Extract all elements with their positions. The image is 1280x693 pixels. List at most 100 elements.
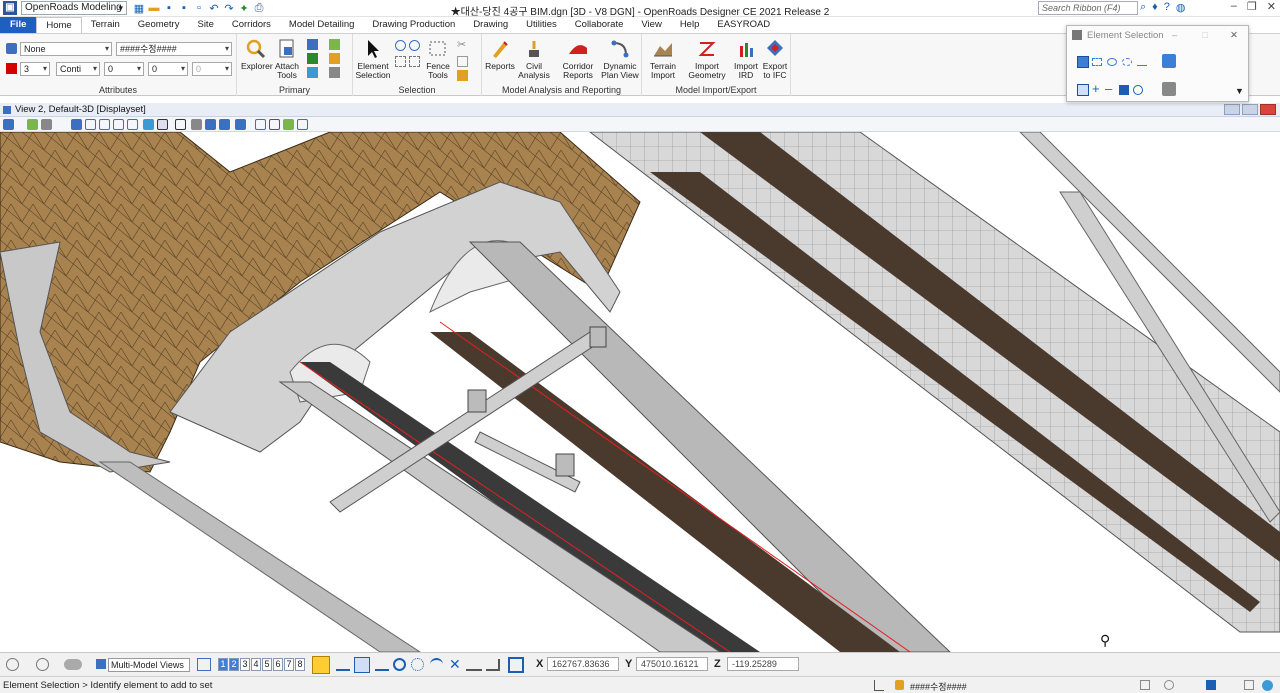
walk-icon[interactable] — [157, 119, 168, 130]
snap-nearest-icon[interactable] — [375, 659, 389, 671]
linestyle-select[interactable]: Conti — [56, 62, 100, 76]
forward-icon[interactable] — [36, 658, 49, 671]
mode-add-icon[interactable]: + — [1092, 82, 1100, 95]
snap-grid-icon[interactable] — [354, 657, 370, 673]
pin-icon[interactable]: ✦ — [238, 2, 250, 15]
selection-method-block-icon[interactable] — [1092, 58, 1102, 66]
view-minimize-icon[interactable] — [1224, 104, 1240, 115]
print-icon[interactable]: ⎙ — [253, 2, 265, 15]
search-icon[interactable]: ⌕ — [1140, 1, 1146, 14]
corridor-reports-button[interactable]: Corridor Reports — [560, 38, 596, 80]
view-settings-icon[interactable] — [297, 119, 308, 130]
view-rotation-icon[interactable] — [269, 119, 280, 130]
snap-tangent-icon[interactable] — [430, 658, 443, 671]
view-attributes-icon[interactable] — [3, 119, 14, 130]
view-5-toggle[interactable]: 5 — [262, 658, 272, 671]
priority-select[interactable]: 0 — [192, 62, 232, 76]
view-2-viewport[interactable]: ⚲ — [0, 132, 1280, 652]
status-sync-icon[interactable] — [1164, 680, 1174, 690]
tab-geometry[interactable]: Geometry — [129, 17, 189, 33]
levels-icon[interactable] — [329, 39, 340, 50]
print-preview-icon[interactable]: ▫ — [193, 2, 205, 15]
attach-tools-button[interactable]: Attach Tools — [273, 38, 301, 80]
pier-1[interactable] — [467, 389, 487, 413]
tab-collaborate[interactable]: Collaborate — [566, 17, 633, 33]
save-as-icon[interactable]: ▪ — [178, 2, 190, 15]
select-all-toggle-icon[interactable] — [1162, 54, 1176, 68]
pan-view-icon[interactable] — [175, 119, 186, 130]
import-ird-button[interactable]: Import IRD — [732, 38, 760, 80]
app-icon[interactable]: ▣ — [3, 1, 17, 15]
save-icon[interactable]: ▪ — [163, 2, 175, 15]
weight-select[interactable]: 0 — [104, 62, 144, 76]
accudraw-icon[interactable] — [312, 656, 330, 674]
panel-minimize-icon[interactable]: – — [1172, 26, 1177, 45]
mode-toggle-icon[interactable] — [1133, 85, 1143, 95]
y-coordinate-field[interactable]: 475010.16121 — [636, 657, 708, 671]
open-folder-icon[interactable]: ▬ — [148, 2, 160, 15]
view-restore-icon[interactable] — [1242, 104, 1258, 115]
workspace-select[interactable]: OpenRoads Modeling — [21, 1, 127, 15]
update-view-icon[interactable] — [71, 119, 82, 130]
panel-maximize-icon[interactable]: □ — [1202, 26, 1208, 45]
terrain-import-button[interactable]: Terrain Import — [644, 38, 682, 80]
paste-icon[interactable] — [457, 70, 468, 81]
z-coordinate-field[interactable]: -119.25289 — [727, 657, 799, 671]
models-icon[interactable] — [307, 39, 318, 50]
tab-drawing[interactable]: Drawing — [464, 17, 517, 33]
view-next-icon[interactable] — [205, 119, 216, 130]
view-icon[interactable]: ▦ — [133, 2, 145, 15]
pier-3[interactable] — [589, 326, 607, 348]
selection-method-circle-icon[interactable] — [1122, 58, 1132, 66]
status-connect-icon[interactable] — [1262, 680, 1273, 691]
view-previous-icon[interactable] — [191, 119, 202, 130]
tab-easyroad[interactable]: EASYROAD — [708, 17, 779, 33]
globe-icon[interactable]: ◍ — [1176, 1, 1186, 14]
view-8-toggle[interactable]: 8 — [295, 658, 305, 671]
undo-icon[interactable]: ↶ — [208, 2, 220, 15]
help-icon[interactable]: ? — [1164, 1, 1170, 14]
transparency-select[interactable]: 0 — [148, 62, 188, 76]
snap-mode-icon[interactable] — [508, 657, 524, 673]
element-template-select[interactable]: ####수정#### — [116, 42, 232, 56]
tab-corridors[interactable]: Corridors — [223, 17, 280, 33]
explorer-button[interactable]: Explorer — [241, 38, 273, 71]
slope-icon[interactable] — [874, 680, 884, 691]
mode-subtract-icon[interactable]: – — [1105, 82, 1112, 95]
selection-method-individual-icon[interactable] — [1077, 56, 1089, 68]
view-4-toggle[interactable]: 4 — [251, 658, 261, 671]
zoom-in-icon[interactable] — [85, 119, 96, 130]
minimize-icon[interactable]: – — [1231, 0, 1237, 13]
tab-drawing-production[interactable]: Drawing Production — [363, 17, 464, 33]
references-icon[interactable] — [307, 53, 318, 64]
view-groups-icon[interactable] — [197, 658, 211, 671]
tab-view[interactable]: View — [632, 17, 670, 33]
snap-center-icon[interactable] — [393, 658, 406, 671]
snap-parallel-icon[interactable] — [466, 659, 482, 671]
level-select[interactable]: None — [20, 42, 112, 56]
selection-method-shape-icon[interactable] — [1107, 58, 1117, 66]
status-panel-icon[interactable] — [1140, 680, 1150, 690]
select-shape-icon[interactable] — [409, 56, 420, 67]
tab-file[interactable]: File — [0, 17, 37, 33]
select-circle-icon[interactable] — [395, 40, 406, 51]
dynamic-plan-view-button[interactable]: Dynamic Plan View — [600, 38, 640, 80]
view-6-toggle[interactable]: 6 — [273, 658, 283, 671]
snap-origin-icon[interactable] — [411, 658, 424, 671]
notification-icon[interactable]: ♦ — [1152, 1, 1158, 14]
camera-icon[interactable] — [255, 119, 266, 130]
hand-icon[interactable] — [64, 659, 82, 670]
tab-site[interactable]: Site — [188, 17, 222, 33]
tab-home[interactable]: Home — [36, 17, 82, 33]
display-style-icon[interactable] — [27, 119, 38, 130]
snap-perpendicular-icon[interactable] — [486, 659, 500, 671]
snap-keypoint-icon[interactable] — [336, 659, 350, 671]
status-message-icon[interactable] — [1244, 680, 1254, 690]
import-geometry-button[interactable]: Import Geometry — [684, 38, 730, 80]
view-2-toggle[interactable]: 2 — [229, 658, 239, 671]
civil-analysis-button[interactable]: Civil Analysis — [518, 38, 550, 80]
multi-model-views-select[interactable]: Multi-Model Views — [108, 658, 190, 672]
tab-terrain[interactable]: Terrain — [82, 17, 129, 33]
clip-volume-icon[interactable] — [235, 119, 246, 130]
mode-invert-icon[interactable] — [1119, 85, 1129, 95]
